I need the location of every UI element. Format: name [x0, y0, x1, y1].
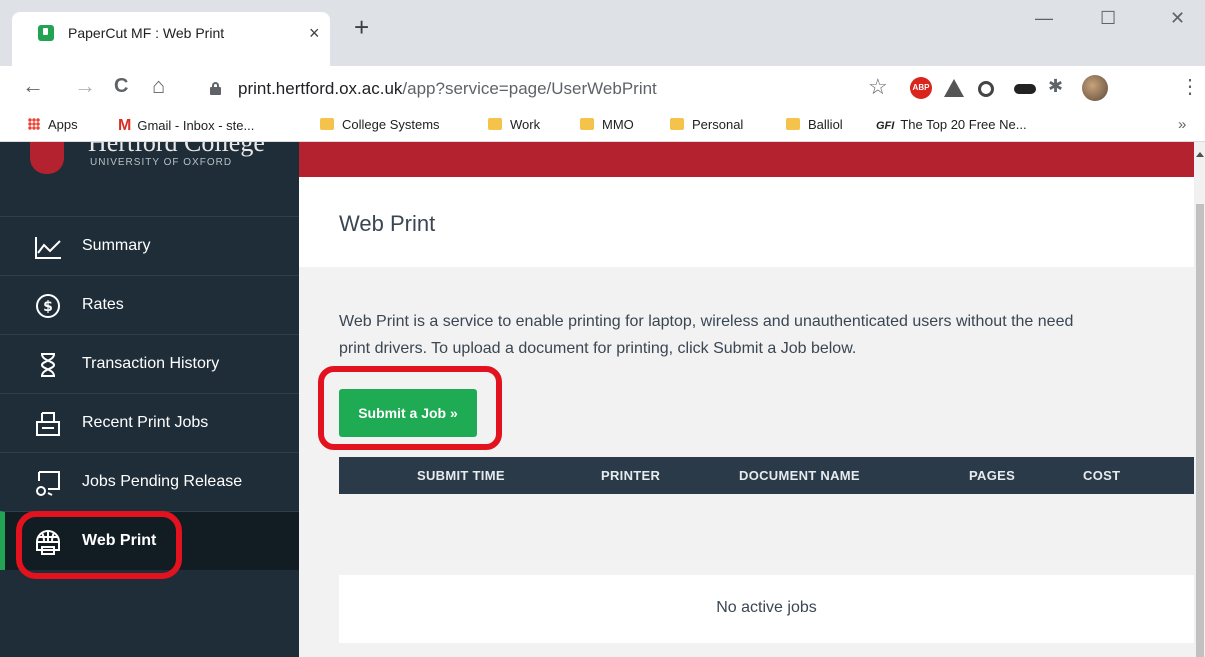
- page-scrollbar[interactable]: [1194, 142, 1205, 657]
- dollar-circle-icon: $: [36, 294, 60, 318]
- brand-header-bar: [299, 142, 1194, 177]
- main-content: Web Print Web Print is a service to enab…: [299, 142, 1194, 657]
- bookmark-top-20[interactable]: GFI The Top 20 Free Ne...: [876, 117, 1027, 132]
- folder-icon: [488, 118, 502, 130]
- column-header-pages[interactable]: PAGES: [969, 468, 1015, 483]
- sidebar-item-label: Recent Print Jobs: [82, 414, 209, 431]
- column-header-document-name[interactable]: DOCUMENT NAME: [739, 468, 860, 483]
- pending-release-icon: [36, 471, 60, 496]
- jobs-table-header: SUBMIT TIME PRINTER DOCUMENT NAME PAGES …: [339, 457, 1194, 494]
- bookmark-personal[interactable]: Personal: [670, 117, 743, 132]
- scrollbar-thumb[interactable]: [1196, 204, 1204, 657]
- sidebar-item-rates[interactable]: $ Rates: [0, 275, 299, 334]
- tab-title: PaperCut MF : Web Print: [68, 25, 225, 41]
- folder-icon: [786, 118, 800, 130]
- bookmark-college-systems[interactable]: College Systems: [320, 117, 440, 132]
- gmail-icon: M: [118, 117, 132, 134]
- svg-text:$: $: [43, 299, 53, 315]
- tab-close-icon[interactable]: ×: [309, 23, 320, 44]
- column-header-cost[interactable]: COST: [1083, 468, 1120, 483]
- sidebar-item-label: Summary: [82, 237, 151, 254]
- hourglass-icon: [40, 353, 56, 377]
- minimize-button[interactable]: —: [1035, 8, 1053, 29]
- page-description: Web Print is a service to enable printin…: [339, 313, 1074, 357]
- sidebar-item-web-print[interactable]: Web Print: [0, 511, 299, 570]
- extension-mask-icon[interactable]: [1014, 84, 1036, 94]
- url-text: print.hertford.ox.ac.uk/app?service=page…: [238, 79, 657, 98]
- browser-tab[interactable]: PaperCut MF : Web Print ×: [12, 12, 330, 66]
- college-crest-icon: [30, 142, 64, 174]
- browser-tabstrip: PaperCut MF : Web Print × + — ☐ ✕: [0, 0, 1205, 66]
- no-active-jobs-text: No active jobs: [716, 599, 817, 616]
- bookmark-work[interactable]: Work: [488, 117, 540, 132]
- extensions-puzzle-icon[interactable]: ✱: [1048, 76, 1063, 97]
- page-viewport: Hertford College UNIVERSITY OF OXFORD Su…: [0, 142, 1205, 657]
- chart-line-icon: [35, 237, 61, 259]
- column-header-printer[interactable]: PRINTER: [601, 468, 660, 483]
- bookmark-gmail[interactable]: M Gmail - Inbox - ste...: [118, 117, 254, 135]
- apps-grid-icon: [28, 118, 40, 130]
- sidebar-item-label: Web Print: [82, 532, 157, 549]
- adblock-plus-icon[interactable]: ABP: [910, 77, 932, 99]
- page-heading: Web Print: [299, 177, 1194, 267]
- gfi-icon: GFI: [876, 120, 895, 132]
- bookmark-balliol[interactable]: Balliol: [786, 117, 843, 132]
- new-tab-button[interactable]: +: [354, 14, 369, 40]
- close-window-button[interactable]: ✕: [1170, 8, 1185, 29]
- logo-subtitle: UNIVERSITY OF OXFORD: [90, 157, 233, 168]
- sidebar: Hertford College UNIVERSITY OF OXFORD Su…: [0, 142, 299, 657]
- submit-job-button[interactable]: Submit a Job »: [339, 389, 477, 437]
- lock-icon[interactable]: [210, 82, 221, 95]
- folder-icon: [670, 118, 684, 130]
- sidebar-item-label: Jobs Pending Release: [82, 473, 243, 490]
- back-button[interactable]: ←: [22, 74, 44, 98]
- sidebar-item-summary[interactable]: Summary: [0, 216, 299, 275]
- web-printer-icon: [36, 530, 60, 555]
- browser-menu-icon[interactable]: ⋮: [1180, 74, 1200, 99]
- scroll-up-arrow-icon[interactable]: [1196, 152, 1204, 157]
- extension-triangle-icon[interactable]: [944, 79, 964, 97]
- jobs-table-empty-row: No active jobs: [339, 575, 1194, 643]
- address-bar[interactable]: print.hertford.ox.ac.uk/app?service=page…: [198, 73, 908, 105]
- logo-name: Hertford College: [88, 142, 265, 157]
- reload-button[interactable]: C: [114, 74, 128, 98]
- maximize-button[interactable]: ☐: [1100, 8, 1116, 29]
- extension-circle-icon[interactable]: [978, 81, 994, 97]
- bookmark-mmo[interactable]: MMO: [580, 117, 634, 132]
- printer-tray-icon: [36, 412, 60, 436]
- sidebar-item-jobs-pending-release[interactable]: Jobs Pending Release: [0, 452, 299, 511]
- sidebar-item-recent-print-jobs[interactable]: Recent Print Jobs: [0, 393, 299, 452]
- profile-avatar[interactable]: [1082, 75, 1108, 101]
- page-title: Web Print: [339, 211, 436, 236]
- sidebar-item-label: Rates: [82, 296, 124, 313]
- bookmarks-overflow-button[interactable]: »: [1178, 116, 1186, 133]
- folder-icon: [320, 118, 334, 130]
- forward-button[interactable]: →: [74, 74, 96, 98]
- home-button[interactable]: ⌂: [152, 74, 165, 98]
- sidebar-item-label: Transaction History: [82, 355, 220, 372]
- bookmark-star-icon[interactable]: ☆: [868, 74, 888, 100]
- column-header-submit-time[interactable]: SUBMIT TIME: [417, 468, 505, 483]
- papercut-favicon-icon: [38, 25, 54, 41]
- bookmark-apps[interactable]: Apps: [28, 117, 78, 132]
- bookmarks-bar: Apps M Gmail - Inbox - ste... College Sys…: [0, 110, 1205, 142]
- folder-icon: [580, 118, 594, 130]
- sidebar-item-transaction-history[interactable]: Transaction History: [0, 334, 299, 393]
- college-logo[interactable]: Hertford College UNIVERSITY OF OXFORD: [30, 142, 290, 177]
